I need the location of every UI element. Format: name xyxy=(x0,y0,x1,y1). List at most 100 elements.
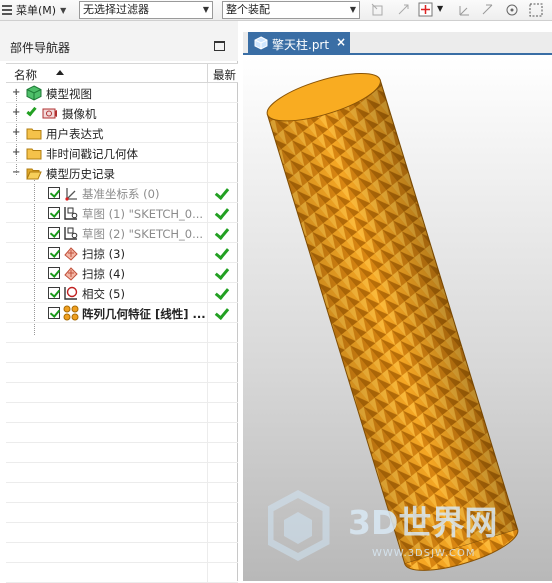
visibility-checkbox[interactable] xyxy=(48,247,60,259)
tree-row-unused-geometry[interactable]: + 非时间戳记几何体 xyxy=(6,143,238,163)
empty-row xyxy=(6,463,238,483)
column-divider xyxy=(207,523,208,543)
sort-ascending-icon xyxy=(56,70,64,75)
visibility-checkbox[interactable] xyxy=(48,187,60,199)
scope-dropdown[interactable]: 整个装配 ▼ xyxy=(222,1,360,19)
column-divider[interactable] xyxy=(207,64,208,83)
maximize-icon[interactable] xyxy=(214,41,225,51)
navigator-title: 部件导航器 xyxy=(10,41,71,55)
column-divider xyxy=(207,483,208,503)
datum-csys-icon xyxy=(65,188,77,201)
part-file-icon xyxy=(254,36,268,50)
selection-filter-dropdown[interactable]: 无选择过滤器 ▼ xyxy=(79,1,213,19)
tree-row-sketch-2[interactable]: 草图 (2) "SKETCH_0... xyxy=(6,223,238,243)
empty-row xyxy=(6,523,238,543)
tree-row-intersect-5[interactable]: 相交 (5) xyxy=(6,283,238,303)
column-divider xyxy=(207,443,208,463)
tree-row-model-history[interactable]: − 模型历史记录 xyxy=(6,163,238,183)
sketch-icon xyxy=(64,227,78,240)
tree-row-datum-csys[interactable]: 基准坐标系 (0) xyxy=(6,183,238,203)
chevron-down-icon[interactable]: ▼ xyxy=(437,4,443,13)
navigator-tree: + 模型视图 + 摄像机 + 用户表达式 + 非时间戳记几何体 − 模型历史记录… xyxy=(6,83,238,583)
menu-button[interactable]: 菜单(M) ▼ xyxy=(0,1,66,19)
empty-row xyxy=(6,483,238,503)
empty-row xyxy=(6,543,238,563)
snap-axis-icon[interactable] xyxy=(480,2,496,18)
empty-row xyxy=(6,323,238,343)
column-divider xyxy=(207,503,208,523)
box-select-icon[interactable] xyxy=(528,2,544,18)
visibility-checkbox[interactable] xyxy=(48,307,60,319)
up-to-date-check-icon xyxy=(215,306,227,320)
tree-row-label: 模型视图 xyxy=(46,87,92,101)
visibility-checkbox[interactable] xyxy=(48,227,60,239)
column-divider xyxy=(207,343,208,363)
column-header-name[interactable]: 名称 xyxy=(14,67,37,83)
model-views-icon xyxy=(26,85,42,101)
snap-arrow-icon[interactable] xyxy=(396,2,412,18)
tree-row-user-expressions[interactable]: + 用户表达式 xyxy=(6,123,238,143)
pattern-geometry-icon xyxy=(63,305,79,321)
wcs-icon[interactable] xyxy=(456,2,472,18)
tree-row-label: 草图 (2) "SKETCH_0... xyxy=(82,227,204,241)
up-to-date-check-icon xyxy=(215,286,227,300)
expand-icon[interactable]: + xyxy=(12,88,20,98)
point-snap-icon[interactable] xyxy=(418,2,434,18)
column-divider xyxy=(207,243,208,263)
up-to-date-check-icon xyxy=(215,266,227,280)
visibility-checkbox[interactable] xyxy=(48,207,60,219)
collapse-icon[interactable]: − xyxy=(12,168,20,178)
visibility-checkbox[interactable] xyxy=(48,267,60,279)
column-header-latest[interactable]: 最新 xyxy=(213,67,238,83)
column-divider xyxy=(207,183,208,203)
column-divider xyxy=(207,203,208,223)
tree-row-model-views[interactable]: + 模型视图 xyxy=(6,83,238,103)
empty-row xyxy=(6,503,238,523)
visibility-checkbox[interactable] xyxy=(48,287,60,299)
expand-icon[interactable]: + xyxy=(12,148,20,158)
folder-icon xyxy=(26,128,42,140)
tree-row-label: 相交 (5) xyxy=(82,287,125,301)
intersect-icon xyxy=(64,286,78,300)
column-divider xyxy=(207,563,208,583)
empty-row xyxy=(6,383,238,403)
check-icon xyxy=(26,105,38,120)
tree-row-swept-4[interactable]: 扫掠 (4) xyxy=(6,263,238,283)
tree-row-label: 基准坐标系 (0) xyxy=(82,187,160,201)
folder-icon xyxy=(26,148,42,160)
snap-point-icon[interactable] xyxy=(370,2,386,18)
column-divider xyxy=(207,103,208,123)
menu-label: 菜单(M) xyxy=(16,4,57,17)
empty-row xyxy=(6,443,238,463)
tree-row-label: 模型历史记录 xyxy=(46,167,115,181)
selection-scope-icon[interactable] xyxy=(504,2,520,18)
empty-row xyxy=(6,363,238,383)
expand-icon[interactable]: + xyxy=(12,128,20,138)
chevron-down-icon: ▼ xyxy=(349,5,356,14)
empty-row xyxy=(6,403,238,423)
column-divider xyxy=(207,283,208,303)
tree-row-label: 草图 (1) "SKETCH_0... xyxy=(82,207,204,221)
column-divider xyxy=(207,83,208,103)
navigator-header: 部件导航器 xyxy=(0,21,238,61)
watermark-url: WWW.3DSJW.COM xyxy=(372,548,475,559)
tree-row-cameras[interactable]: + 摄像机 xyxy=(6,103,238,123)
tree-row-pattern-geometry[interactable]: 阵列几何特征 [线性] ... xyxy=(6,303,238,323)
tree-row-swept-3[interactable]: 扫掠 (3) xyxy=(6,243,238,263)
empty-row xyxy=(6,563,238,583)
swept-icon xyxy=(64,267,78,281)
tree-row-label: 扫掠 (4) xyxy=(82,267,125,281)
chevron-down-icon: ▼ xyxy=(60,5,67,15)
column-divider xyxy=(207,463,208,483)
tab-part-file[interactable]: 擎天柱.prt × xyxy=(248,32,350,55)
column-divider xyxy=(207,143,208,163)
close-icon[interactable]: × xyxy=(336,35,346,49)
column-divider xyxy=(207,543,208,563)
watermark-logo: 3D世界网 WWW.3DSJW.COM xyxy=(268,490,497,561)
expand-icon[interactable]: + xyxy=(12,108,20,118)
selection-filter-value: 无选择过滤器 xyxy=(83,3,149,16)
tree-row-sketch-1[interactable]: 草图 (1) "SKETCH_0... xyxy=(6,203,238,223)
up-to-date-check-icon xyxy=(215,206,227,220)
tree-row-label: 扫掠 (3) xyxy=(82,247,125,261)
chevron-down-icon: ▼ xyxy=(202,5,209,14)
